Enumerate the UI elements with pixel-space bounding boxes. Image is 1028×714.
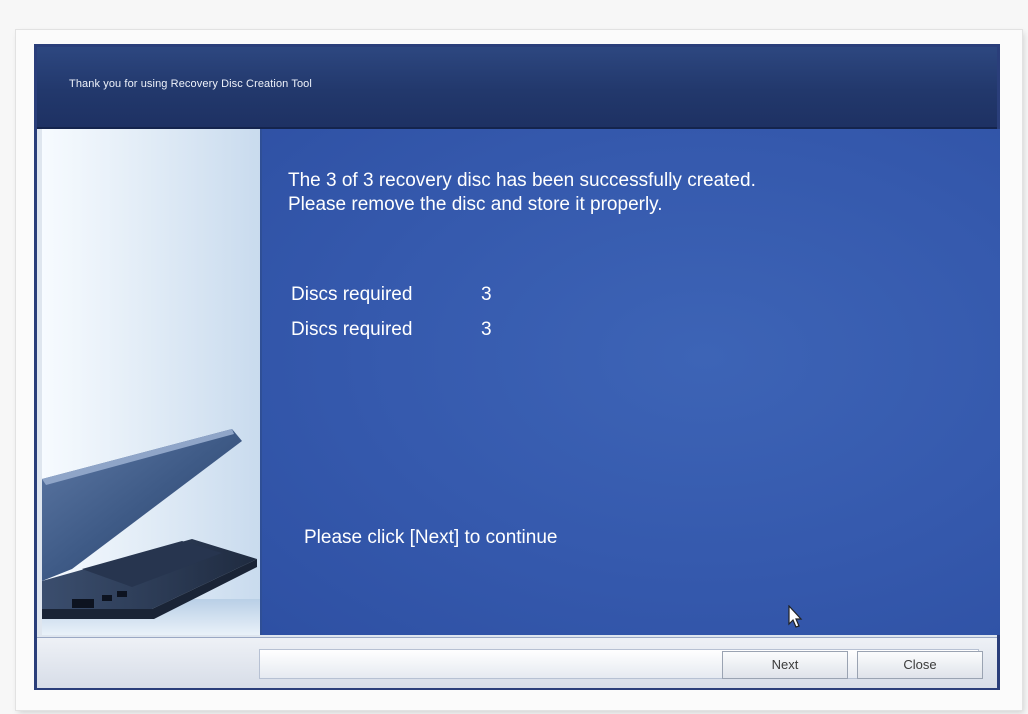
screen: Thank you for using Recovery Disc Creati… (0, 0, 1028, 714)
laptop-illustration (42, 129, 262, 635)
mouse-cursor-icon (788, 605, 803, 628)
discs-required-row: Discs required 3 (291, 319, 492, 341)
discs-required-label: Discs required (291, 319, 413, 340)
recovery-dialog: Thank you for using Recovery Disc Creati… (34, 44, 1000, 690)
message-panel: The 3 of 3 recovery disc has been succes… (262, 129, 1000, 635)
title-bar: Thank you for using Recovery Disc Creati… (37, 47, 997, 129)
discs-required-value: 3 (481, 319, 492, 340)
discs-required-row: Discs required 3 (291, 284, 492, 306)
laptop-icon (42, 429, 260, 635)
next-button[interactable]: Next (722, 651, 848, 679)
discs-required-value: 3 (481, 284, 492, 305)
close-button[interactable]: Close (857, 651, 983, 679)
continue-hint: Please click [Next] to continue (304, 527, 558, 548)
button-bar: Next Close (37, 637, 997, 688)
window-title: Thank you for using Recovery Disc Creati… (69, 78, 312, 90)
instruction-message: Please remove the disc and store it prop… (288, 194, 663, 215)
discs-required-label: Discs required (291, 284, 413, 305)
success-message: The 3 of 3 recovery disc has been succes… (288, 170, 756, 191)
